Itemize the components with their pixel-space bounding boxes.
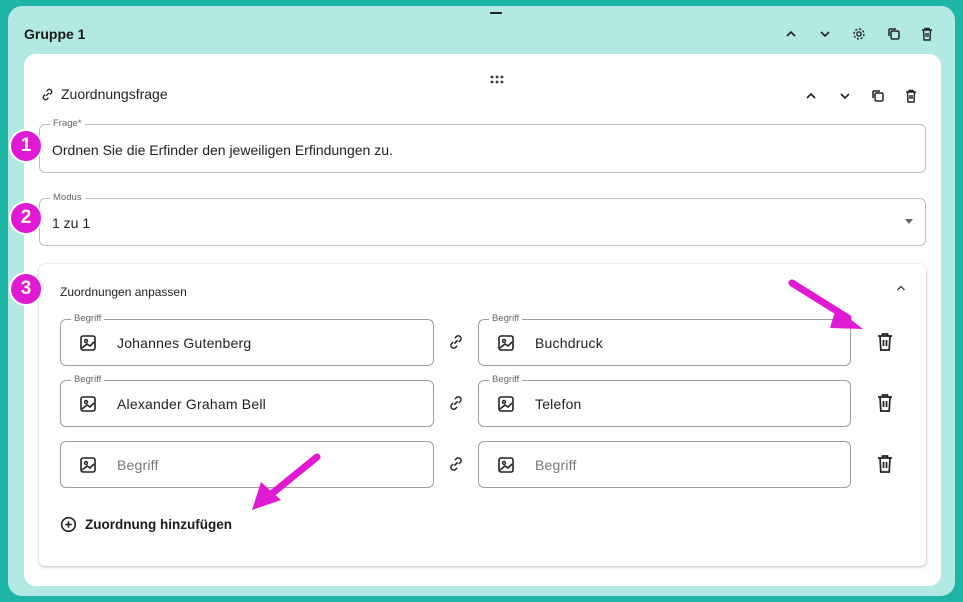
modus-select[interactable]: Modus 1 zu 1 [39,192,926,246]
annotation-badge-2: 2 [9,201,43,235]
delete-row-icon[interactable] [875,331,895,353]
mappings-title: Zuordnungen anpassen [60,285,187,299]
trash-icon[interactable] [917,24,937,44]
chevron-down-icon[interactable] [835,86,855,106]
term-right-field[interactable]: Begriff Telefon [478,374,851,427]
chevron-up-icon[interactable] [781,24,801,44]
term-right-placeholder: Begriff [535,457,577,473]
frage-value: Ordnen Sie die Erfinder den jeweiligen E… [52,142,393,158]
image-icon[interactable] [79,334,97,352]
delete-row-icon[interactable] [875,453,895,475]
plus-circle-icon [60,516,77,533]
image-icon[interactable] [79,395,97,413]
dropdown-caret-icon [905,219,913,224]
term-left-field[interactable]: Begriff Alexander Graham Bell [60,374,434,427]
image-icon[interactable] [497,334,515,352]
term-right-value: Telefon [535,396,582,412]
term-legend: Begriff [489,313,523,325]
term-left-placeholder: Begriff [117,457,159,473]
question-type-header: Zuordnungsfrage [40,84,168,104]
term-right-value: Buchdruck [535,335,603,351]
minimize-icon[interactable] [490,12,502,14]
group-title: Gruppe 1 [24,26,86,42]
link-icon [42,88,53,100]
term-legend: Begriff [71,313,105,325]
copy-icon[interactable] [868,86,888,106]
annotation-arrow-trash [788,279,863,329]
term-legend: Begriff [489,374,523,386]
modus-value: 1 zu 1 [52,215,91,231]
drag-handle-icon[interactable] [490,72,504,84]
link-icon [450,396,462,410]
gear-icon[interactable] [849,24,869,44]
question-type-label: Zuordnungsfrage [61,86,168,102]
frage-legend: Frage* [50,118,85,130]
image-icon[interactable] [497,395,515,413]
term-legend: Begriff [71,374,105,386]
delete-row-icon[interactable] [875,392,895,414]
term-left-value: Alexander Graham Bell [117,396,266,412]
link-icon [450,335,462,349]
collapse-chevron-icon[interactable] [891,278,911,298]
chevron-up-icon[interactable] [801,86,821,106]
term-left-field[interactable]: Begriff Johannes Gutenberg [60,313,434,366]
frage-field[interactable]: Frage* Ordnen Sie die Erfinder den jewei… [39,118,926,173]
copy-icon[interactable] [884,24,904,44]
chevron-down-icon[interactable] [815,24,835,44]
add-mapping-label: Zuordnung hinzufügen [85,517,232,532]
modus-legend: Modus [50,192,85,204]
annotation-badge-3: 3 [9,272,43,306]
link-icon [450,457,462,471]
annotation-badge-1: 1 [9,129,43,163]
add-mapping-button[interactable]: Zuordnung hinzufügen [60,516,232,533]
annotation-arrow-add [252,453,321,510]
image-icon[interactable] [497,456,515,474]
image-icon[interactable] [79,456,97,474]
term-right-field[interactable]: Begriff [478,441,851,488]
term-left-value: Johannes Gutenberg [117,335,252,351]
trash-icon[interactable] [901,86,921,106]
